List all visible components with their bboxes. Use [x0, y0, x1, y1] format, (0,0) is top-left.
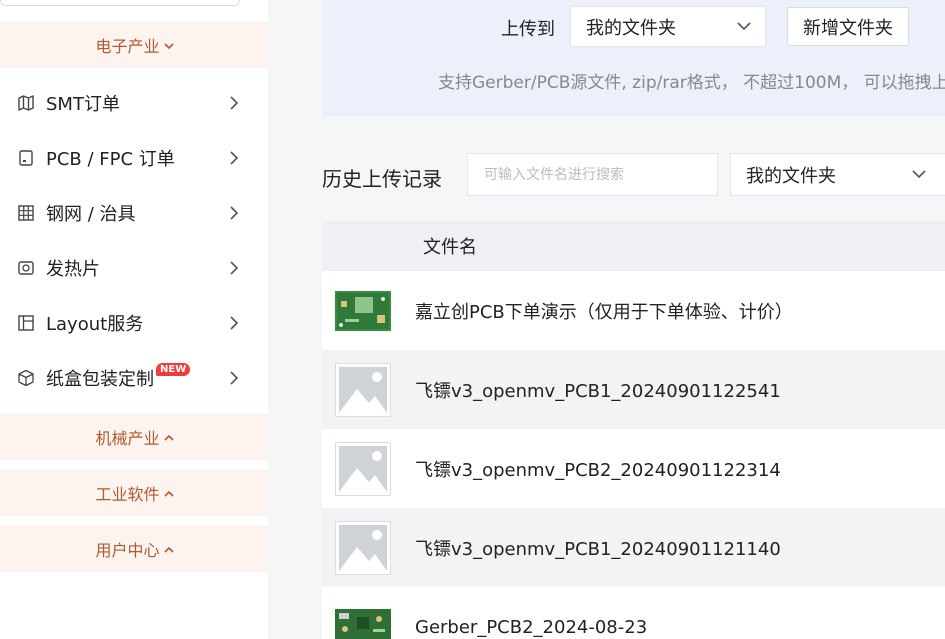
section-electronics-label: 电子产业	[95, 37, 160, 56]
file-name[interactable]: 飞镖v3_openmv_PCB1_20240901122541	[415, 377, 781, 403]
file-row[interactable]: 嘉立创PCB下单演示（仅用于下单体验、计价）	[322, 271, 945, 350]
sidebar-item-pcb-fpc-order[interactable]: PCB / FPC 订单	[0, 130, 268, 185]
layout-icon	[17, 314, 35, 332]
sidebar-item-label: Layout服务	[46, 313, 144, 335]
image-placeholder-icon	[335, 362, 391, 417]
new-badge: NEW	[156, 363, 191, 376]
chevron-down-icon	[912, 169, 926, 179]
sidebar-item-label: 纸盒包装定制	[46, 368, 154, 390]
history-folder-value: 我的文件夹	[746, 165, 836, 187]
chevron-up-icon	[163, 433, 174, 442]
box-icon	[17, 369, 35, 387]
pcb-thumbnail	[335, 609, 391, 639]
section-user-center-label: 用户中心	[95, 541, 160, 560]
section-industrial-software-label: 工业软件	[95, 485, 160, 504]
chevron-right-icon	[229, 150, 239, 166]
section-mechanical[interactable]: 机械产业	[0, 414, 268, 460]
upload-hint: 支持Gerber/PCB源文件, zip/rar格式， 不超过100M， 可以拖…	[438, 73, 945, 93]
sidebar-item-label: PCB / FPC 订单	[46, 148, 175, 170]
image-placeholder-icon	[335, 441, 391, 496]
new-folder-button[interactable]: 新增文件夹	[787, 7, 909, 46]
chevron-right-icon	[229, 205, 239, 221]
file-name[interactable]: 嘉立创PCB下单演示（仅用于下单体验、计价）	[415, 298, 793, 324]
section-mechanical-label: 机械产业	[95, 429, 160, 448]
file-search-input[interactable]	[467, 153, 718, 196]
pcb-thumbnail	[335, 290, 391, 331]
image-placeholder-icon	[335, 520, 391, 575]
file-row[interactable]: 飞镖v3_openmv_PCB1_20240901122541	[322, 350, 945, 429]
file-table-header: 文件名	[322, 221, 945, 271]
sidebar-item-layout-service[interactable]: Layout服务	[0, 295, 268, 350]
file-name[interactable]: Gerber_PCB2_2024-08-23	[415, 617, 647, 638]
file-row[interactable]: 飞镖v3_openmv_PCB1_20240901121140	[322, 508, 945, 587]
chevron-down-icon	[737, 21, 751, 31]
chevron-up-icon	[163, 489, 174, 498]
grid-icon	[17, 204, 35, 222]
chevron-up-icon	[163, 545, 174, 554]
sidebar-search-box[interactable]	[0, 0, 240, 6]
sidebar-item-label: 钢网 / 治具	[46, 203, 136, 225]
heat-pad-icon	[17, 259, 35, 277]
upload-folder-select[interactable]: 我的文件夹	[570, 6, 766, 47]
column-filename: 文件名	[423, 237, 477, 258]
upload-folder-value: 我的文件夹	[586, 17, 676, 39]
section-industrial-software[interactable]: 工业软件	[0, 470, 268, 516]
sidebar-item-carton-packaging[interactable]: 纸盒包装定制 NEW	[0, 350, 268, 405]
sidebar-item-label: 发热片	[46, 258, 100, 280]
sidebar-item-smt-order[interactable]: SMT订单	[0, 75, 268, 130]
sidebar: 电子产业 SMT订单 PCB / FPC 订单 钢网 / 治具 发热片 Layo…	[0, 0, 268, 639]
file-row[interactable]: Gerber_PCB2_2024-08-23	[322, 587, 945, 639]
sidebar-item-heat-pad[interactable]: 发热片	[0, 240, 268, 295]
chevron-right-icon	[229, 315, 239, 331]
upload-to-label: 上传到	[501, 19, 555, 40]
sidebar-item-label: SMT订单	[46, 93, 120, 115]
chevron-right-icon	[229, 370, 239, 386]
chevron-right-icon	[229, 95, 239, 111]
chevron-down-icon	[163, 41, 174, 50]
chip-icon	[17, 149, 35, 167]
history-folder-select[interactable]: 我的文件夹	[730, 153, 945, 196]
section-electronics[interactable]: 电子产业	[0, 22, 268, 68]
file-name[interactable]: 飞镖v3_openmv_PCB2_20240901122314	[415, 456, 781, 482]
file-name[interactable]: 飞镖v3_openmv_PCB1_20240901121140	[415, 535, 781, 561]
file-row[interactable]: 飞镖v3_openmv_PCB2_20240901122314	[322, 429, 945, 508]
map-icon	[17, 94, 35, 112]
history-title: 历史上传记录	[322, 167, 442, 191]
section-user-center[interactable]: 用户中心	[0, 526, 268, 572]
chevron-right-icon	[229, 260, 239, 276]
sidebar-item-stencil-fixture[interactable]: 钢网 / 治具	[0, 185, 268, 240]
